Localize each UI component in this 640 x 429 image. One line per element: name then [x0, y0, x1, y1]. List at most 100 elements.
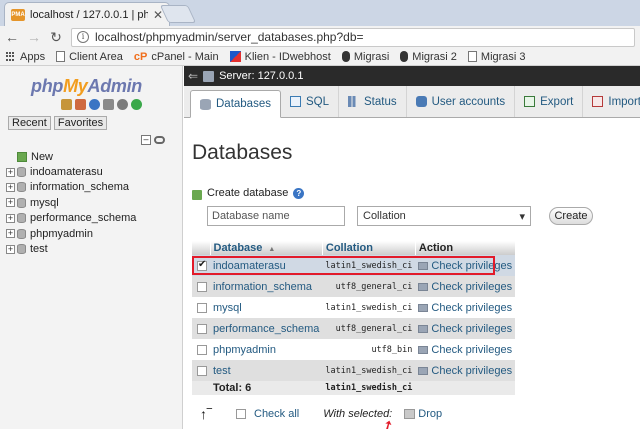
- expand-plus-icon[interactable]: +: [6, 198, 15, 208]
- address-bar[interactable]: i localhost/phpmyadmin/server_databases.…: [71, 27, 635, 47]
- bookmark-migrasi-3[interactable]: Migrasi 3: [467, 50, 526, 63]
- row-checkbox[interactable]: [197, 365, 207, 376]
- row-checkbox[interactable]: [197, 302, 207, 313]
- server-icon: [203, 70, 215, 82]
- collation-column-header[interactable]: Collation: [322, 241, 416, 255]
- back-to-top-icon[interactable]: ⇐: [188, 69, 198, 83]
- check-all-label[interactable]: Check all: [254, 408, 299, 420]
- documentation-icon[interactable]: [103, 99, 114, 110]
- help-icon[interactable]: ?: [293, 187, 305, 199]
- check-privileges-link[interactable]: Check privileges: [418, 339, 512, 360]
- bookmark-label: Migrasi 3: [480, 50, 526, 63]
- bookmark-cpanel[interactable]: cP cPanel - Main: [134, 51, 219, 63]
- browser-tab[interactable]: PMA localhost / 127.0.0.1 | php ✕: [4, 2, 170, 26]
- check-privileges-link[interactable]: Check privileges: [418, 276, 512, 297]
- expand-plus-icon[interactable]: +: [6, 182, 15, 192]
- table-row[interactable]: performance_schema utf8_general_ci Check p…: [192, 318, 516, 339]
- tab-sql[interactable]: SQL: [281, 86, 339, 117]
- phpmyadmin-logo[interactable]: phpMyAdmin: [31, 76, 142, 97]
- database-link[interactable]: information_schema: [213, 281, 312, 293]
- tree-item-database[interactable]: + performance_schema: [6, 211, 181, 226]
- check-all-checkbox[interactable]: [236, 409, 246, 419]
- action-label: Check privileges: [431, 364, 513, 377]
- databases-table: Database ▲ Collation Action indoamaterasu…: [192, 241, 516, 395]
- create-database-label: Create database: [207, 187, 289, 199]
- tree-item-database[interactable]: + phpmyadmin: [6, 226, 181, 241]
- quick-icons: [61, 99, 142, 110]
- row-checkbox[interactable]: [197, 323, 207, 334]
- select-arrow-icon: ↑‾: [200, 406, 212, 422]
- table-row[interactable]: phpmyadmin utf8_bin Check privileges: [192, 339, 516, 360]
- tree-item-database[interactable]: + indoamaterasu: [6, 164, 181, 179]
- server-link[interactable]: Server: 127.0.0.1: [219, 70, 303, 82]
- action-label: Check privileges: [431, 301, 513, 314]
- expand-plus-icon[interactable]: +: [6, 167, 15, 177]
- row-checkbox-cell: [192, 255, 210, 276]
- tab-status[interactable]: Status: [339, 86, 407, 117]
- logout-icon[interactable]: [75, 99, 86, 110]
- server-breadcrumb: ⇐ Server: 127.0.0.1: [184, 66, 640, 86]
- header-label: Action: [418, 242, 454, 254]
- table-row[interactable]: information_schema utf8_general_ci Check p…: [192, 276, 516, 297]
- privileges-icon: [418, 345, 429, 354]
- database-link[interactable]: indoamaterasu: [213, 260, 286, 272]
- drop-button[interactable]: Drop: [418, 408, 442, 420]
- row-checkbox[interactable]: [197, 344, 207, 355]
- link-with-main-icon[interactable]: [154, 136, 165, 144]
- mouse-icon: [341, 51, 350, 62]
- tree-item-new[interactable]: New: [6, 149, 181, 164]
- tree-item-database[interactable]: + mysql: [6, 195, 181, 210]
- help-icon[interactable]: [89, 99, 100, 110]
- row-checkbox[interactable]: [197, 281, 207, 292]
- cpanel-icon: cP: [133, 50, 148, 63]
- database-column-header[interactable]: Database ▲: [210, 241, 323, 255]
- collation-select[interactable]: Collation ▾: [357, 206, 531, 226]
- phpmyadmin-favicon-icon: PMA: [11, 8, 25, 21]
- reload-navigation-icon[interactable]: [131, 99, 142, 110]
- action-label: Check privileges: [431, 259, 513, 272]
- row-checkbox-cell: [192, 318, 210, 339]
- bookmark-klien[interactable]: Klien - IDwebhost: [229, 51, 331, 63]
- database-link[interactable]: phpmyadmin: [213, 344, 276, 356]
- database-link[interactable]: test: [213, 365, 231, 377]
- tab-import[interactable]: Import: [583, 86, 640, 117]
- bookmark-apps[interactable]: Apps: [6, 51, 45, 63]
- drop-icon[interactable]: [404, 409, 416, 419]
- tree-item-database[interactable]: + information_schema: [6, 180, 181, 195]
- database-name-input[interactable]: [207, 206, 345, 226]
- tab-export[interactable]: Export: [515, 86, 584, 117]
- tab-databases[interactable]: Databases: [190, 90, 281, 118]
- bookmark-client-area[interactable]: Client Area: [56, 51, 123, 63]
- tree-item-database[interactable]: + test: [6, 241, 181, 256]
- reload-icon[interactable]: ↻: [49, 29, 63, 46]
- database-link[interactable]: mysql: [213, 302, 242, 314]
- collapse-all-icon[interactable]: –: [141, 135, 151, 145]
- browser-navbar: ← → ↻ i localhost/phpmyadmin/server_data…: [0, 26, 640, 48]
- bookmark-migrasi[interactable]: Migrasi: [341, 51, 389, 63]
- check-privileges-link[interactable]: Check privileges: [418, 255, 512, 276]
- table-row[interactable]: mysql latin1_swedish_ci Check privileges: [192, 297, 516, 318]
- check-privileges-link[interactable]: Check privileges: [418, 297, 512, 318]
- check-privileges-link[interactable]: Check privileges: [418, 318, 512, 339]
- home-icon[interactable]: [61, 99, 72, 110]
- expand-plus-icon[interactable]: +: [6, 244, 15, 254]
- tree-item-label: mysql: [30, 196, 59, 209]
- check-privileges-link[interactable]: Check privileges: [418, 360, 512, 381]
- table-row[interactable]: test latin1_swedish_ci Check privileges: [192, 360, 516, 381]
- database-link[interactable]: performance_schema: [213, 323, 319, 335]
- create-button[interactable]: Create: [549, 207, 593, 225]
- privileges-icon: [418, 324, 429, 333]
- tab-user-accounts[interactable]: User accounts: [407, 86, 516, 117]
- recent-tab[interactable]: Recent: [8, 116, 51, 130]
- expand-plus-icon[interactable]: +: [6, 229, 15, 239]
- favorites-tab[interactable]: Favorites: [53, 116, 108, 130]
- settings-gear-icon[interactable]: [117, 99, 128, 110]
- table-row[interactable]: indoamaterasu latin1_swedish_ci Check priv…: [192, 255, 516, 276]
- forward-icon[interactable]: →: [27, 29, 41, 45]
- row-checkbox-cell: [192, 276, 210, 297]
- back-icon[interactable]: ←: [5, 29, 19, 45]
- row-checkbox[interactable]: [197, 259, 207, 271]
- expand-plus-icon[interactable]: +: [6, 213, 15, 223]
- bookmark-migrasi-2[interactable]: Migrasi 2: [400, 51, 457, 63]
- info-icon[interactable]: i: [77, 31, 89, 43]
